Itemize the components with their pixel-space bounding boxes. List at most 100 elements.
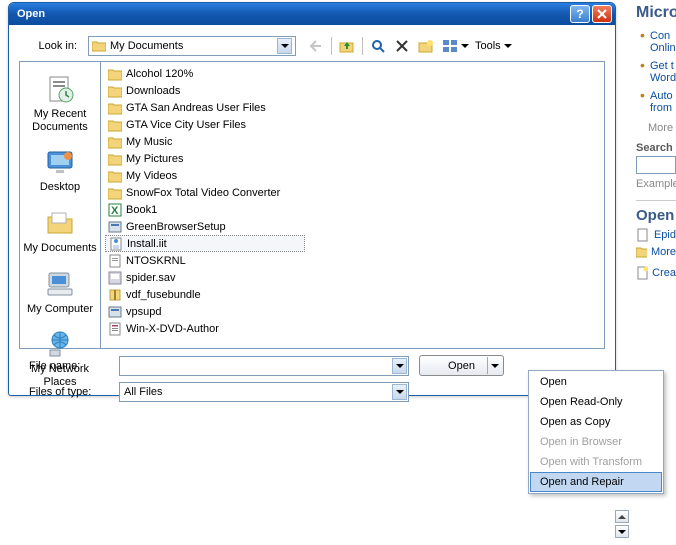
file-item[interactable]: Downloads — [105, 82, 305, 99]
file-item[interactable]: GTA Vice City User Files — [105, 116, 305, 133]
file-item[interactable]: My Videos — [105, 167, 305, 184]
file-name: NTOSKRNL — [126, 255, 186, 267]
new-folder-button[interactable] — [415, 35, 437, 57]
place-desktop[interactable]: Desktop — [21, 139, 99, 200]
place-my-computer[interactable]: My Computer — [21, 261, 99, 322]
file-item[interactable]: Win-X-DVD-Author — [105, 320, 275, 337]
scroll-down-button[interactable] — [615, 525, 629, 538]
file-item[interactable]: Install.iit — [105, 235, 305, 252]
lookin-combo[interactable]: My Documents — [88, 36, 296, 56]
delete-icon — [396, 40, 408, 52]
recent-docs-icon — [44, 73, 76, 105]
search-input[interactable] — [636, 156, 676, 174]
file-name: vdf_fusebundle — [126, 289, 201, 301]
taskpane-link[interactable]: ConOnlin — [640, 30, 676, 54]
file-item[interactable]: spider.sav — [105, 269, 305, 286]
folder-icon — [107, 151, 122, 166]
menu-item-open-and-repair[interactable]: Open and Repair — [530, 472, 662, 492]
folder-up-icon — [339, 39, 355, 53]
filesoftype-label: Files of type: — [29, 386, 119, 398]
file-name: Alcohol 120% — [126, 68, 193, 80]
taskpane-more-link[interactable]: More — [636, 246, 676, 258]
example-text: Example — [636, 178, 676, 190]
more-link[interactable]: More — [648, 122, 676, 134]
lookin-label: Look in: — [19, 40, 83, 52]
file-item[interactable]: My Music — [105, 133, 305, 150]
place-my-documents[interactable]: My Documents — [21, 200, 99, 261]
filename-input[interactable] — [119, 356, 409, 376]
help-button[interactable]: ? — [570, 5, 590, 23]
titlebar: Open ? — [9, 3, 615, 25]
file-item[interactable]: vpsupd — [105, 303, 305, 320]
taskpane-link[interactable]: Autofrom — [640, 90, 676, 114]
file-list[interactable]: Alcohol 120% Downloads GTA San Andreas Use… — [101, 61, 605, 349]
file-name: Downloads — [126, 85, 180, 97]
exe-icon — [107, 219, 122, 234]
folder-icon — [107, 100, 122, 115]
zip-icon — [107, 287, 122, 302]
tools-menu[interactable]: Tools — [471, 40, 516, 52]
file-name: Book1 — [126, 204, 157, 216]
file-name: SnowFox Total Video Converter — [126, 187, 280, 199]
back-arrow-icon — [308, 39, 324, 53]
file-item[interactable]: Alcohol 120% — [105, 65, 305, 82]
file-icon — [107, 253, 122, 268]
open-dropdown-toggle[interactable] — [491, 364, 499, 368]
chevron-down-icon — [504, 44, 512, 48]
chevron-up-icon — [618, 515, 626, 519]
exe-icon — [107, 304, 122, 319]
close-icon — [597, 9, 607, 19]
file-item[interactable]: My Pictures — [105, 150, 305, 167]
filename-label: File name: — [29, 360, 119, 372]
up-one-level-button[interactable] — [336, 35, 358, 57]
file-item[interactable]: vdf_fusebundle — [105, 286, 305, 303]
delete-button[interactable] — [391, 35, 413, 57]
lookin-toolbar: Tools — [305, 35, 516, 57]
chevron-down-icon[interactable] — [392, 358, 407, 374]
taskpane-doc-link[interactable]: Epid — [636, 228, 676, 242]
dialog-title: Open — [17, 8, 568, 20]
menu-item-open[interactable]: Open — [530, 372, 662, 392]
menu-item-open-with-transform: Open with Transform — [530, 452, 662, 472]
place-recent-documents[interactable]: My Recent Documents — [21, 66, 99, 139]
folder-icon — [107, 83, 122, 98]
file-item[interactable]: XBook1 — [105, 201, 305, 218]
mycomputer-icon — [44, 268, 76, 300]
back-button[interactable] — [305, 35, 327, 57]
menu-item-open-read-only[interactable]: Open Read-Only — [530, 392, 662, 412]
open-dialog: Open ? Look in: My Documents — [8, 2, 616, 396]
search-icon — [371, 39, 385, 53]
iit-icon — [108, 236, 123, 251]
place-network-places[interactable]: My Network Places — [21, 321, 99, 394]
taskpane-create-link[interactable]: Crea — [636, 266, 676, 280]
folder-icon — [107, 66, 122, 81]
chevron-down-icon — [277, 38, 292, 54]
file-item[interactable]: GTA San Andreas User Files — [105, 99, 305, 116]
place-label: My Documents — [23, 242, 97, 255]
file-name: My Music — [126, 136, 172, 148]
scroll-up-button[interactable] — [615, 510, 629, 523]
menu-item-open-as-copy[interactable]: Open as Copy — [530, 412, 662, 432]
taskpane-link[interactable]: Get tWord — [640, 60, 676, 84]
sav-icon — [107, 270, 122, 285]
views-button[interactable] — [439, 35, 461, 57]
task-pane: Micro ConOnlin Get tWord Autofrom More S… — [636, 0, 676, 284]
taskpane-heading2: Open — [636, 200, 676, 224]
lookin-value: My Documents — [110, 40, 183, 52]
filesoftype-combo[interactable]: All Files — [119, 382, 409, 402]
open-button[interactable]: Open — [419, 355, 504, 376]
place-label: My Recent Documents — [23, 108, 97, 133]
file-item[interactable]: NTOSKRNL — [105, 252, 305, 269]
split-separator — [487, 357, 488, 374]
desktop-icon — [44, 146, 76, 178]
folder-icon — [107, 134, 122, 149]
chevron-down-icon[interactable] — [392, 384, 407, 400]
file-item[interactable]: SnowFox Total Video Converter — [105, 184, 305, 201]
new-folder-icon — [418, 39, 434, 53]
network-icon — [44, 328, 76, 360]
search-web-button[interactable] — [367, 35, 389, 57]
mydocs-icon — [44, 207, 76, 239]
close-button[interactable] — [592, 5, 612, 23]
file-item[interactable]: GreenBrowserSetup — [105, 218, 305, 235]
views-dropdown-icon[interactable] — [461, 44, 469, 48]
